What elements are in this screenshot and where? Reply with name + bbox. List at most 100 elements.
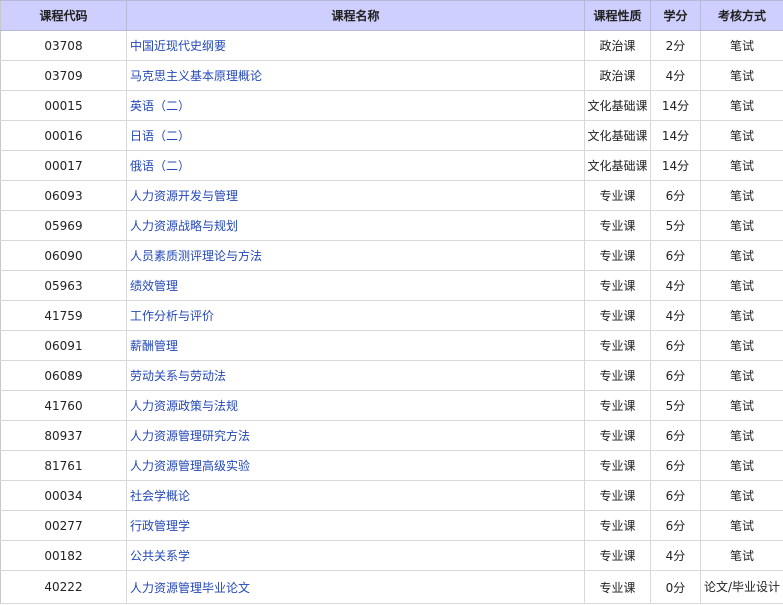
course-type-cell: 专业课 [584,420,651,451]
credit-cell: 6分 [650,330,701,361]
exam-method-cell: 笔试 [700,150,783,181]
header-course-name: 课程名称 [126,0,585,31]
course-name-link[interactable]: 绩效管理 [130,279,178,293]
credit-cell: 6分 [650,180,701,211]
credit-cell: 4分 [650,60,701,91]
course-type-cell: 专业课 [584,480,651,511]
course-name-cell: 日语（二） [126,120,585,151]
course-name-link[interactable]: 工作分析与评价 [130,309,214,323]
course-name-link[interactable]: 人力资源管理毕业论文 [130,581,250,595]
course-type-cell: 专业课 [584,450,651,481]
course-code-cell: 40222 [0,570,127,604]
course-name-link[interactable]: 中国近现代史纲要 [130,39,226,53]
course-name-link[interactable]: 人力资源开发与管理 [130,189,238,203]
course-code-cell: 41760 [0,390,127,421]
course-name-cell: 公共关系学 [126,540,585,571]
credit-cell: 6分 [650,360,701,391]
course-name-cell: 劳动关系与劳动法 [126,360,585,391]
table-row: 03709 马克思主义基本原理概论 政治课 4分 笔试 [0,60,783,91]
exam-method-cell: 笔试 [700,120,783,151]
course-code-cell: 00017 [0,150,127,181]
exam-method-cell: 笔试 [700,240,783,271]
exam-method-cell: 笔试 [700,510,783,541]
course-name-cell: 薪酬管理 [126,330,585,361]
course-code-cell: 06090 [0,240,127,271]
course-name-link[interactable]: 社会学概论 [130,489,190,503]
course-name-link[interactable]: 人力资源政策与法规 [130,399,238,413]
course-code-cell: 06091 [0,330,127,361]
course-code-cell: 00034 [0,480,127,511]
course-type-cell: 专业课 [584,210,651,241]
course-name-link[interactable]: 人力资源管理研究方法 [130,429,250,443]
header-course-type: 课程性质 [584,0,651,31]
table-row: 00016 日语（二） 文化基础课 14分 笔试 [0,120,783,151]
exam-method-cell: 论文/毕业设计 [700,570,783,604]
course-type-cell: 专业课 [584,360,651,391]
exam-method-cell: 笔试 [700,180,783,211]
credit-cell: 5分 [650,210,701,241]
exam-method-cell: 笔试 [700,60,783,91]
course-name-link[interactable]: 劳动关系与劳动法 [130,369,226,383]
course-name-link[interactable]: 行政管理学 [130,519,190,533]
course-type-cell: 专业课 [584,270,651,301]
credit-cell: 4分 [650,300,701,331]
course-name-cell: 人力资源管理高级实验 [126,450,585,481]
course-name-link[interactable]: 日语（二） [130,129,190,143]
exam-method-cell: 笔试 [700,360,783,391]
course-name-link[interactable]: 人力资源管理高级实验 [130,459,250,473]
course-name-cell: 人力资源管理研究方法 [126,420,585,451]
credit-cell: 14分 [650,150,701,181]
course-type-cell: 专业课 [584,510,651,541]
header-course-code: 课程代码 [0,0,127,31]
course-type-cell: 专业课 [584,240,651,271]
course-name-cell: 工作分析与评价 [126,300,585,331]
table-row: 00277 行政管理学 专业课 6分 笔试 [0,510,783,541]
table-row: 41759 工作分析与评价 专业课 4分 笔试 [0,300,783,331]
course-name-cell: 马克思主义基本原理概论 [126,60,585,91]
course-name-cell: 绩效管理 [126,270,585,301]
credit-cell: 2分 [650,30,701,61]
course-code-cell: 03708 [0,30,127,61]
course-type-cell: 专业课 [584,540,651,571]
table-row: 00034 社会学概论 专业课 6分 笔试 [0,480,783,511]
course-code-cell: 81761 [0,450,127,481]
exam-method-cell: 笔试 [700,90,783,121]
table-header: 课程代码 课程名称 课程性质 学分 考核方式 [0,0,783,31]
credit-cell: 4分 [650,270,701,301]
course-name-cell: 社会学概论 [126,480,585,511]
course-code-cell: 00015 [0,90,127,121]
exam-method-cell: 笔试 [700,480,783,511]
course-name-link[interactable]: 俄语（二） [130,159,190,173]
credit-cell: 0分 [650,570,701,604]
table-row: 00182 公共关系学 专业课 4分 笔试 [0,540,783,571]
course-name-link[interactable]: 人员素质测评理论与方法 [130,249,262,263]
course-name-cell: 英语（二） [126,90,585,121]
credit-cell: 14分 [650,120,701,151]
course-code-cell: 00016 [0,120,127,151]
course-type-cell: 文化基础课 [584,120,651,151]
course-type-cell: 专业课 [584,570,651,604]
table-row: 00017 俄语（二） 文化基础课 14分 笔试 [0,150,783,181]
course-name-cell: 行政管理学 [126,510,585,541]
course-type-cell: 专业课 [584,390,651,421]
course-name-link[interactable]: 马克思主义基本原理概论 [130,69,262,83]
course-type-cell: 政治课 [584,30,651,61]
course-code-cell: 80937 [0,420,127,451]
credit-cell: 14分 [650,90,701,121]
header-exam-method: 考核方式 [700,0,783,31]
course-name-link[interactable]: 人力资源战略与规划 [130,219,238,233]
course-code-cell: 00182 [0,540,127,571]
credit-cell: 6分 [650,240,701,271]
course-code-cell: 05963 [0,270,127,301]
table-row: 05963 绩效管理 专业课 4分 笔试 [0,270,783,301]
course-type-cell: 专业课 [584,180,651,211]
table-row: 06093 人力资源开发与管理 专业课 6分 笔试 [0,180,783,211]
course-name-cell: 人力资源战略与规划 [126,210,585,241]
table-row: 03708 中国近现代史纲要 政治课 2分 笔试 [0,30,783,61]
exam-method-cell: 笔试 [700,420,783,451]
course-name-link[interactable]: 英语（二） [130,99,190,113]
table-row: 00015 英语（二） 文化基础课 14分 笔试 [0,90,783,121]
course-name-link[interactable]: 薪酬管理 [130,339,178,353]
course-name-link[interactable]: 公共关系学 [130,549,190,563]
table-body: 03708 中国近现代史纲要 政治课 2分 笔试 03709 马克思主义基本原理概论 政治课 4… [0,30,783,604]
